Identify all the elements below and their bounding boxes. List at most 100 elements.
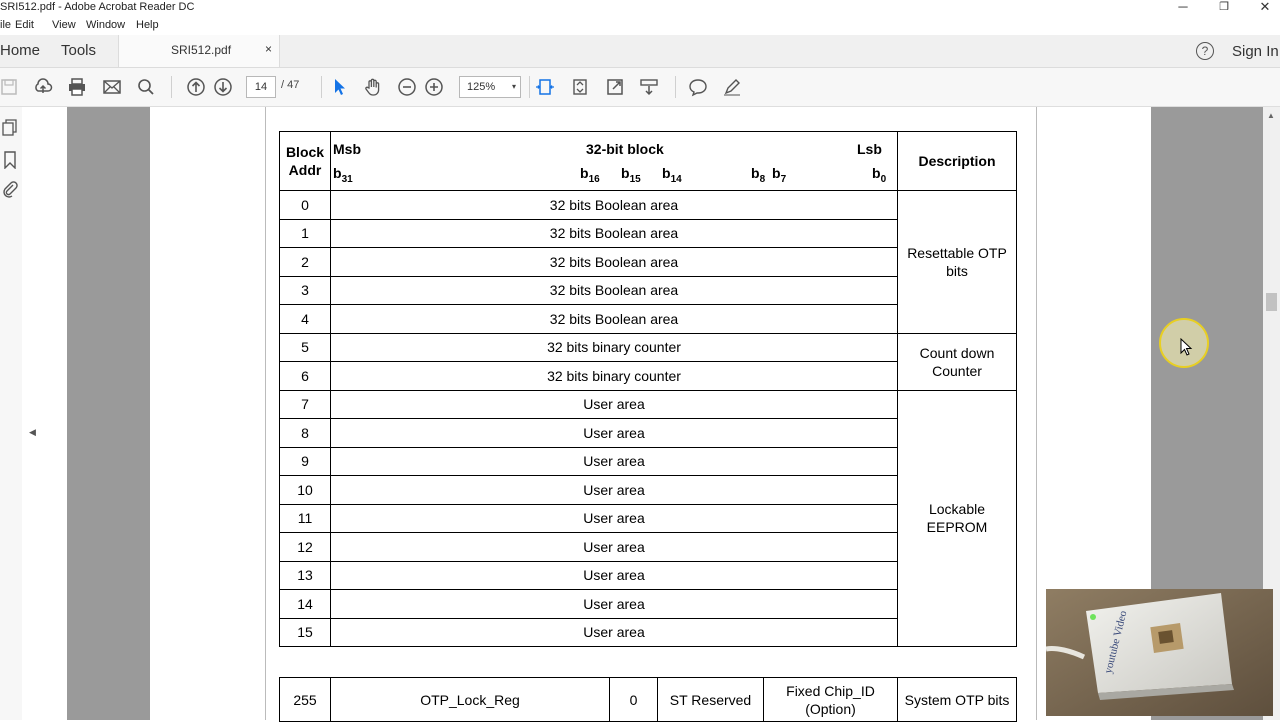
bookmark-icon[interactable] [2, 151, 18, 169]
chevron-down-icon: ▾ [511, 82, 516, 91]
left-rail [0, 107, 22, 720]
minimize-button[interactable]: ─ [1168, 0, 1198, 14]
system-otp-table: 255 OTP_Lock_Reg 0 ST Reserved Fixed Chi… [279, 677, 1017, 722]
block-content-cell: User area [330, 446, 898, 476]
bit-block-header: Msb 32-bit block Lsb b31 b16 b15 b14 b8 … [330, 131, 898, 191]
tab-close-icon[interactable]: × [265, 42, 272, 56]
scroll-mode-icon[interactable] [639, 77, 659, 97]
block-content-cell: User area [330, 503, 898, 533]
menu-edit[interactable]: Edit [15, 19, 34, 31]
system-chip-id-cell: Fixed Chip_ID (Option) [763, 677, 898, 722]
system-description-cell: System OTP bits [897, 677, 1017, 722]
mouse-pointer-icon [1180, 338, 1193, 356]
block-addr-cell: 6 [279, 361, 331, 391]
menu-file[interactable]: ile [0, 19, 11, 31]
fit-page-icon[interactable] [535, 77, 555, 97]
block-content-cell: 32 bits Boolean area [330, 247, 898, 277]
pages-icon[interactable] [2, 119, 18, 137]
menu-window[interactable]: Window [86, 19, 125, 31]
card-reader-image: youtube Video [1046, 589, 1273, 716]
search-icon[interactable] [136, 77, 156, 97]
block-addr-cell: 4 [279, 304, 331, 334]
previous-page-icon[interactable] [186, 77, 206, 97]
block-addr-cell: 11 [279, 503, 331, 533]
comment-icon[interactable] [688, 77, 708, 97]
zoom-select[interactable]: 125% ▾ [459, 76, 521, 98]
menu-view[interactable]: View [52, 19, 76, 31]
block-addr-cell: 9 [279, 446, 331, 476]
block-addr-cell: 7 [279, 389, 331, 419]
tab-tools[interactable]: Tools [61, 42, 96, 59]
window-title: SRI512.pdf - Adobe Acrobat Reader DC [0, 1, 195, 13]
block-content-cell: User area [330, 617, 898, 647]
block-content-cell: User area [330, 389, 898, 419]
tab-home[interactable]: Home [0, 42, 40, 59]
bit-label-b31: b31 [333, 165, 353, 185]
bit-label-b15: b15 [621, 165, 641, 185]
bit-label-b16: b16 [580, 165, 600, 185]
bit-label-b8: b8 [751, 165, 766, 185]
block-content-cell: 32 bits Boolean area [330, 304, 898, 334]
hand-tool-icon[interactable] [363, 77, 383, 97]
page-total: / 47 [281, 79, 300, 91]
block-addr-header: Block Addr [279, 131, 331, 191]
upload-icon[interactable] [33, 77, 53, 97]
system-addr-cell: 255 [279, 677, 331, 722]
bit-label-b0: b0 [872, 165, 887, 185]
block-addr-cell: 15 [279, 617, 331, 647]
title-bar: SRI512.pdf - Adobe Acrobat Reader DC ─ ❐… [0, 0, 1280, 17]
block-title: 32-bit block [586, 141, 664, 157]
webcam-overlay: youtube Video [1046, 589, 1273, 716]
description-cell: Resettable OTP bits [897, 190, 1017, 334]
tab-document[interactable]: SRI512.pdf × [118, 35, 280, 67]
sign-in-link[interactable]: Sign In [1232, 43, 1279, 60]
memory-map-table: Block Addr Msb 32-bit block Lsb b31 b16 b… [279, 131, 1017, 647]
description-header: Description [897, 131, 1017, 191]
block-content-cell: 32 bits Boolean area [330, 190, 898, 220]
lsb-label: Lsb [857, 141, 882, 157]
table-row: 7 User area Lockable EEPROM [279, 389, 1017, 647]
select-tool-icon[interactable] [329, 77, 349, 97]
block-addr-cell: 5 [279, 332, 331, 362]
next-page-icon[interactable] [213, 77, 233, 97]
block-content-cell: 32 bits Boolean area [330, 218, 898, 248]
rotate-view-icon[interactable] [570, 77, 590, 97]
close-button[interactable]: ✕ [1250, 0, 1280, 14]
block-content-cell: User area [330, 560, 898, 590]
zoom-out-icon[interactable] [397, 77, 417, 97]
tab-bar: Home Tools SRI512.pdf × [0, 35, 1280, 68]
msb-label: Msb [333, 141, 361, 157]
collapse-pane-icon[interactable]: ◀ [29, 427, 36, 438]
zoom-in-icon[interactable] [424, 77, 444, 97]
save-icon[interactable] [0, 77, 20, 97]
print-icon[interactable] [67, 77, 87, 97]
description-cell: Count down Counter [897, 332, 1017, 391]
block-addr-cell: 12 [279, 532, 331, 562]
block-addr-cell: 13 [279, 560, 331, 590]
tab-document-label: SRI512.pdf [171, 43, 232, 57]
block-content-cell: User area [330, 589, 898, 619]
table-row: 255 OTP_Lock_Reg 0 ST Reserved Fixed Chi… [279, 677, 1017, 722]
email-icon[interactable] [102, 77, 122, 97]
block-content-cell: 32 bits binary counter [330, 332, 898, 362]
block-addr-cell: 1 [279, 218, 331, 248]
block-addr-cell: 0 [279, 190, 331, 220]
scroll-thumb[interactable] [1266, 293, 1277, 311]
system-reg-cell: OTP_Lock_Reg [330, 677, 610, 722]
maximize-button[interactable]: ❐ [1209, 0, 1239, 14]
bit-label-b7: b7 [772, 165, 787, 185]
attachment-icon[interactable] [2, 180, 18, 198]
highlight-icon[interactable] [722, 77, 742, 97]
system-bit-cell: 0 [609, 677, 658, 722]
toolbar [0, 68, 1280, 107]
page-number-input[interactable]: 14 [246, 76, 276, 98]
block-addr-cell: 2 [279, 247, 331, 277]
block-content-cell: 32 bits Boolean area [330, 275, 898, 305]
block-addr-cell: 8 [279, 418, 331, 448]
help-icon[interactable]: ? [1196, 42, 1214, 60]
block-content-cell: User area [330, 475, 898, 505]
full-screen-icon[interactable] [605, 77, 625, 97]
block-content-cell: User area [330, 532, 898, 562]
scroll-up-icon[interactable]: ▲ [1267, 111, 1275, 120]
menu-help[interactable]: Help [136, 19, 159, 31]
